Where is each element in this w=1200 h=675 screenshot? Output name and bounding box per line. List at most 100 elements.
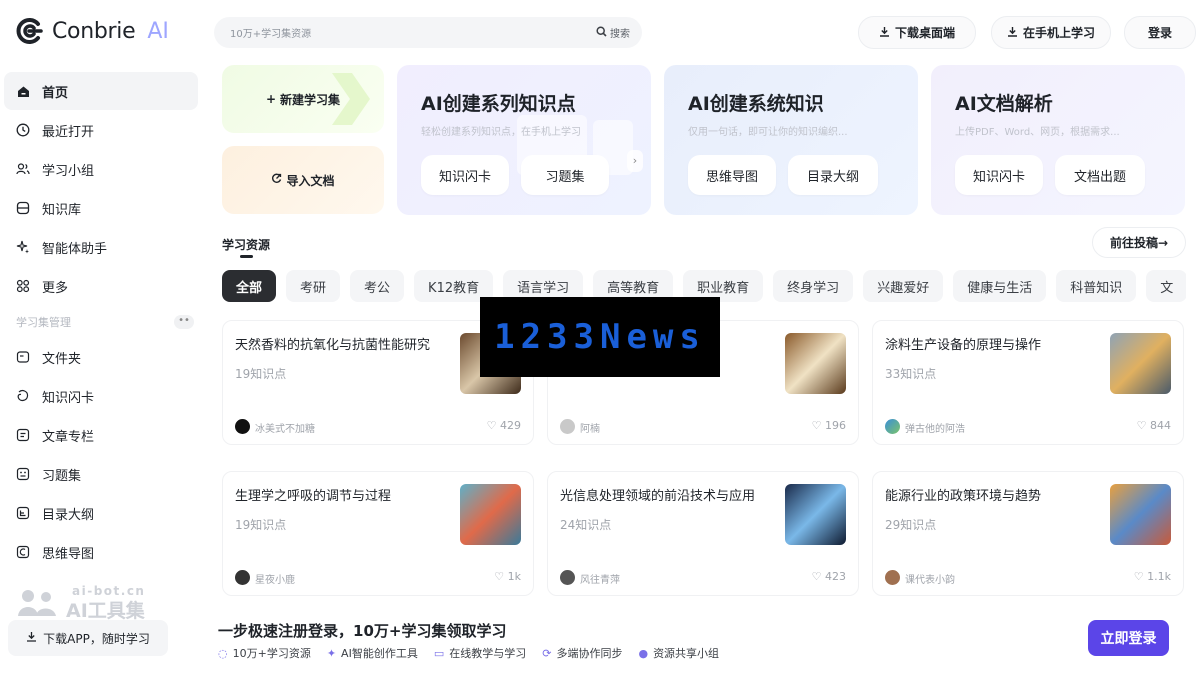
card-author: 星夜小鹿 <box>255 575 295 586</box>
category-tab[interactable]: 考公 <box>350 270 405 302</box>
category-tab[interactable]: 健康与生活 <box>953 270 1047 302</box>
study-set-card[interactable]: 光信息处理领域的前沿技术与应用 24知识点 风往青萍 ♡ 423 <box>547 471 859 596</box>
outline-button[interactable]: 目录大纲 <box>788 155 878 195</box>
category-tab[interactable]: 科普知识 <box>1056 270 1137 302</box>
sidebar-item-outline[interactable]: 目录大纲 <box>4 494 198 532</box>
submit-post-button[interactable]: 前往投稿→ <box>1092 227 1186 258</box>
category-tab[interactable]: 兴趣爱好 <box>863 270 944 302</box>
flashcard-button[interactable]: 知识闪卡 <box>955 155 1043 195</box>
folder-icon <box>16 350 30 364</box>
flashcard-icon <box>16 389 30 403</box>
category-tab[interactable]: 全部 <box>222 270 277 302</box>
group-icon <box>16 162 30 176</box>
likes-count: 423 <box>825 570 846 583</box>
category-tab[interactable]: 考研 <box>286 270 341 302</box>
chevron-right-icon[interactable]: › <box>627 150 643 172</box>
card-count: 24知识点 <box>560 518 612 532</box>
sidebar-item-label: 文章专栏 <box>42 429 95 445</box>
avatar <box>560 570 575 585</box>
feature-card-series[interactable]: › AI创建系列知识点 轻松创建系列知识点，在手机上学习 知识闪卡 习题集 <box>397 65 651 215</box>
sidebar-item-label: 智能体助手 <box>42 241 108 257</box>
feature-card-document[interactable]: AI文档解析 上传PDF、Word、网页，根据需求... 知识闪卡 文档出题 <box>931 65 1185 215</box>
likes-count: 1k <box>507 570 521 583</box>
sidebar-item-quiz[interactable]: 习题集 <box>4 455 198 493</box>
import-icon <box>271 173 282 187</box>
search-input[interactable]: 10万+学习集资源 <box>230 25 311 40</box>
logo-ai: AI <box>147 18 169 44</box>
sidebar-item-recent[interactable]: 最近打开 <box>4 111 198 149</box>
section-more-icon[interactable]: •• <box>174 315 194 329</box>
doc-quiz-button[interactable]: 文档出题 <box>1055 155 1145 195</box>
download-app-button[interactable]: 下载APP，随时学习 <box>8 620 168 656</box>
sidebar-item-flashcard[interactable]: 知识闪卡 <box>4 377 198 415</box>
grid-icon <box>16 279 30 293</box>
download-icon <box>879 26 890 40</box>
register-banner-features: ◌ 10万+学习资源 ✦ AI智能创作工具 ▭ 在线教学与学习 ⟳ 多端协作同步 ● 资源… <box>218 645 719 661</box>
download-desktop-label: 下载桌面端 <box>894 26 955 40</box>
new-study-set-button[interactable]: + 新建学习集 <box>222 65 384 133</box>
likes-count: 1.1k <box>1147 570 1171 583</box>
clock-icon <box>16 123 30 137</box>
card-thumbnail <box>1110 484 1171 545</box>
watermark: ai-bot.cn AI工具集 <box>14 584 145 623</box>
feature-title: AI文档解析 <box>955 93 1053 115</box>
mindmap-button[interactable]: 思维导图 <box>688 155 776 195</box>
download-desktop-button[interactable]: 下载桌面端 <box>858 16 976 49</box>
like-icon: ♡ <box>494 570 505 583</box>
search-bar[interactable]: 10万+学习集资源 搜索 <box>214 17 642 48</box>
search-button[interactable]: 搜索 <box>596 25 630 40</box>
feature-title: AI创建系列知识点 <box>421 93 576 115</box>
banner-feature: ✦ AI智能创作工具 <box>327 645 418 661</box>
study-set-card[interactable]: 生理学之呼吸的调节与过程 19知识点 星夜小鹿 ♡ 1k <box>222 471 534 596</box>
sidebar-item-groups[interactable]: 学习小组 <box>4 150 198 188</box>
sidebar-item-knowledge-base[interactable]: 知识库 <box>4 189 198 227</box>
sidebar-item-home[interactable]: 首页 <box>4 72 198 110</box>
category-tab[interactable]: 文 <box>1146 270 1186 302</box>
feature-card-system[interactable]: AI创建系统知识 仅用一句话，即可让你的知识编织... 思维导图 目录大纲 <box>664 65 918 215</box>
sidebar-item-folder[interactable]: 文件夹 <box>4 338 198 376</box>
login-button[interactable]: 登录 <box>1124 16 1196 49</box>
card-count: 29知识点 <box>885 518 937 532</box>
watermark-name: AI工具集 <box>66 600 145 622</box>
resources-title[interactable]: 学习资源 <box>222 236 270 253</box>
register-banner-title: 一步极速注册登录，10万+学习集领取学习 <box>218 622 507 640</box>
banner-feature: ◌ 10万+学习资源 <box>218 645 311 661</box>
import-document-button[interactable]: 导入文档 <box>222 146 384 214</box>
search-icon <box>596 25 607 40</box>
feature-subtitle: 轻松创建系列知识点，在手机上学习 <box>421 127 581 138</box>
study-set-card[interactable]: 涂料生产设备的原理与操作 33知识点 弹古他的阿浩 ♡ 844 <box>872 320 1184 445</box>
banner-feature-label: 在线教学与学习 <box>449 647 527 660</box>
resources-title-underline <box>240 255 253 258</box>
sidebar-item-agent[interactable]: 智能体助手 <box>4 228 198 266</box>
sidebar: Conbrie AI 首页 最近打开 学习小组 知识库 智能体助手 更多 学习集… <box>0 0 205 675</box>
like-icon: ♡ <box>811 419 822 432</box>
logo[interactable]: Conbrie AI <box>14 14 169 48</box>
sidebar-item-article[interactable]: 文章专栏 <box>4 416 198 454</box>
sidebar-item-more[interactable]: 更多 <box>4 267 198 305</box>
import-document-label: 导入文档 <box>286 173 335 188</box>
card-count: 19知识点 <box>235 518 287 532</box>
mobile-learn-button[interactable]: 在手机上学习 <box>991 16 1111 49</box>
study-set-card[interactable]: 能源行业的政策环境与趋势 29知识点 课代表小韵 ♡ 1.1k <box>872 471 1184 596</box>
outline-icon <box>16 506 30 520</box>
flashcard-button[interactable]: 知识闪卡 <box>421 155 509 195</box>
card-author: 风往青萍 <box>580 575 620 586</box>
quiz-icon <box>16 467 30 481</box>
login-now-button[interactable]: 立即登录 <box>1088 620 1169 656</box>
sidebar-item-label: 更多 <box>42 280 69 296</box>
category-tab[interactable]: 终身学习 <box>773 270 854 302</box>
sidebar-item-mindmap[interactable]: 思维导图 <box>4 533 198 571</box>
feature-subtitle: 仅用一句话，即可让你的知识编织... <box>688 127 848 138</box>
card-thumbnail <box>1110 333 1171 394</box>
news-overlay-text: 1233News <box>494 317 706 357</box>
card-count: 33知识点 <box>885 367 937 381</box>
card-title: 涂料生产设备的原理与操作 <box>885 338 1042 353</box>
avatar <box>560 419 575 434</box>
like-icon: ♡ <box>486 419 497 432</box>
sidebar-item-label: 首页 <box>42 85 69 101</box>
likes-count: 429 <box>500 419 521 432</box>
news-overlay: 1233News <box>480 297 720 377</box>
quiz-set-button[interactable]: 习题集 <box>521 155 609 195</box>
card-likes: ♡ 1.1k <box>1134 570 1171 583</box>
new-study-set-label: 新建学习集 <box>280 92 341 107</box>
